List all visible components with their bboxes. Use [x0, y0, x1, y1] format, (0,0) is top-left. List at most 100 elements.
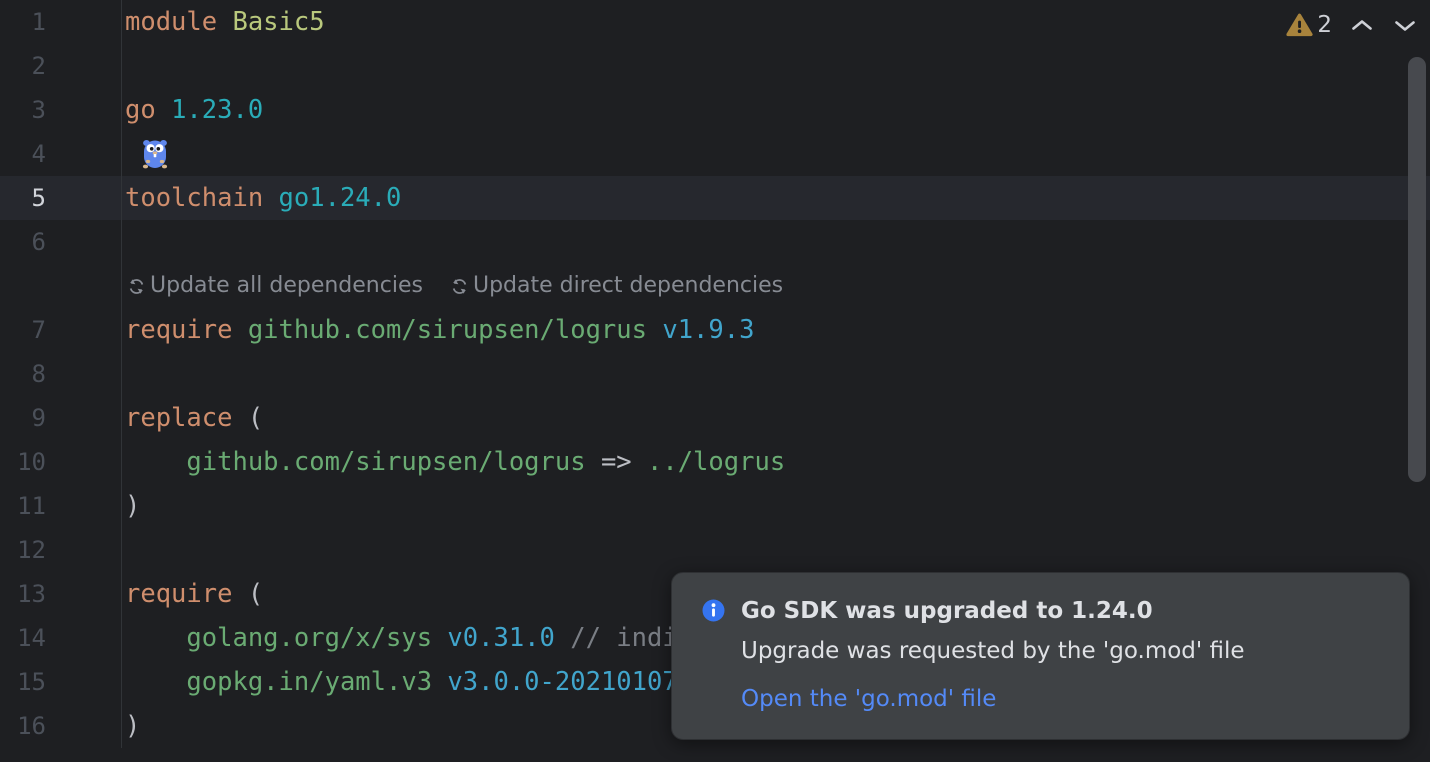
code-content: module Basic5 — [122, 0, 1430, 44]
code-token: v1.9.3 — [662, 308, 754, 352]
code-token: 1.23.0 — [171, 88, 263, 132]
code-token — [125, 616, 186, 660]
gutter-cell: 13 — [0, 572, 122, 616]
code-content — [122, 220, 1430, 264]
gutter-cell: 4 — [0, 132, 122, 176]
line-number: 13 — [0, 572, 46, 616]
code-line[interactable]: 2 — [0, 44, 1430, 88]
code-token: golang.org/x/sys — [186, 616, 447, 660]
code-token: => — [601, 440, 647, 484]
code-token: github.com/sirupsen/logrus — [186, 440, 601, 484]
gutter-cell: 9 — [0, 396, 122, 440]
gutter-cell: 12 — [0, 528, 122, 572]
line-number: 1 — [0, 0, 46, 44]
go-gopher-icon[interactable] — [142, 139, 168, 170]
code-content — [122, 132, 1430, 176]
code-token: require — [125, 308, 248, 352]
code-token: ../logrus — [647, 440, 785, 484]
warning-icon[interactable] — [1286, 13, 1313, 37]
line-number: 7 — [0, 308, 46, 352]
gutter-cell — [0, 264, 122, 308]
gutter-cell: 14 — [0, 616, 122, 660]
line-number: 11 — [0, 484, 46, 528]
notification-title: Go SDK was upgraded to 1.24.0 — [741, 597, 1245, 625]
code-line[interactable]: 8 — [0, 352, 1430, 396]
code-line[interactable]: 5 toolchain go1.24.0 — [0, 176, 1430, 220]
code-line[interactable]: 3 go 1.23.0 — [0, 88, 1430, 132]
inlay-row[interactable]: Update all dependencies Update direct dep… — [0, 264, 1430, 308]
code-line[interactable]: 4 — [0, 132, 1430, 176]
gutter-cell: 16 — [0, 704, 122, 748]
code-line[interactable]: 11) — [0, 484, 1430, 528]
gutter-cell: 5 — [0, 176, 122, 220]
code-content: github.com/sirupsen/logrus => ../logrus — [122, 440, 1430, 484]
code-content: ) — [122, 484, 1430, 528]
code-token: replace — [125, 396, 248, 440]
code-line[interactable]: 12 — [0, 528, 1430, 572]
gutter-cell: 15 — [0, 660, 122, 704]
line-number: 12 — [0, 528, 46, 572]
code-content — [122, 352, 1430, 396]
code-content: toolchain go1.24.0 — [122, 176, 1430, 220]
code-line[interactable]: 1 module Basic5 — [0, 0, 1430, 44]
code-token: module — [125, 0, 232, 44]
vertical-scrollbar-thumb[interactable] — [1408, 57, 1426, 482]
gutter-cell: 10 — [0, 440, 122, 484]
code-line[interactable]: 10 github.com/sirupsen/logrus => ../logr… — [0, 440, 1430, 484]
code-token: github.com/sirupsen/logrus — [248, 308, 663, 352]
gutter-cell: 1 — [0, 0, 122, 44]
gutter-cell: 3 — [0, 88, 122, 132]
inlay-hint-update-direct[interactable]: Update direct dependencies — [450, 264, 783, 308]
code-token: ( — [248, 572, 263, 616]
code-token: toolchain — [125, 176, 279, 220]
code-line[interactable]: 6 — [0, 220, 1430, 264]
gutter-cell: 2 — [0, 44, 122, 88]
code-token: ) — [125, 704, 140, 748]
code-token: go — [125, 88, 171, 132]
code-line[interactable]: 9 replace ( — [0, 396, 1430, 440]
warning-count: 2 — [1317, 12, 1332, 38]
code-token: Basic5 — [232, 0, 324, 44]
gutter-cell: 11 — [0, 484, 122, 528]
line-number: 6 — [0, 220, 46, 264]
chevron-up-icon[interactable] — [1349, 17, 1375, 34]
line-number: 15 — [0, 660, 46, 704]
notification-body: Go SDK was upgraded to 1.24.0 Upgrade wa… — [741, 597, 1245, 739]
line-number: 3 — [0, 88, 46, 132]
code-token: ( — [248, 396, 263, 440]
info-icon — [702, 597, 725, 739]
inlay-hint-label: Update direct dependencies — [473, 264, 783, 308]
notification-popup: Go SDK was upgraded to 1.24.0 Upgrade wa… — [671, 572, 1410, 740]
code-token — [125, 660, 186, 704]
inlay-hint-label: Update all dependencies — [150, 264, 423, 308]
code-line[interactable]: 7 require github.com/sirupsen/logrus v1.9… — [0, 308, 1430, 352]
line-number: 2 — [0, 44, 46, 88]
line-number: 9 — [0, 396, 46, 440]
open-go-mod-link[interactable]: Open the 'go.mod' file — [741, 685, 1245, 713]
inlay-hint-update-all[interactable]: Update all dependencies — [127, 264, 423, 308]
code-token: require — [125, 572, 248, 616]
code-token — [125, 440, 186, 484]
gutter-cell: 7 — [0, 308, 122, 352]
line-number: 14 — [0, 616, 46, 660]
code-content — [122, 44, 1430, 88]
code-content: go 1.23.0 — [122, 88, 1430, 132]
inspection-widget: 2 — [1286, 10, 1418, 40]
line-number: 4 — [0, 132, 46, 176]
refresh-icon — [127, 277, 146, 296]
chevron-down-icon[interactable] — [1392, 17, 1418, 34]
code-content — [122, 528, 1430, 572]
notification-message: Upgrade was requested by the 'go.mod' fi… — [741, 637, 1245, 665]
line-number: 8 — [0, 352, 46, 396]
gutter-cell: 8 — [0, 352, 122, 396]
line-number: 16 — [0, 704, 46, 748]
code-token: gopkg.in/yaml.v3 — [186, 660, 447, 704]
code-token: go1.24.0 — [279, 176, 402, 220]
line-number: 10 — [0, 440, 46, 484]
line-number: 5 — [0, 176, 46, 220]
code-content: Update all dependencies Update direct dep… — [122, 264, 1430, 308]
code-content: replace ( — [122, 396, 1430, 440]
code-content: require github.com/sirupsen/logrus v1.9.… — [122, 308, 1430, 352]
code-token: v0.31.0 — [447, 616, 570, 660]
refresh-icon — [450, 277, 469, 296]
